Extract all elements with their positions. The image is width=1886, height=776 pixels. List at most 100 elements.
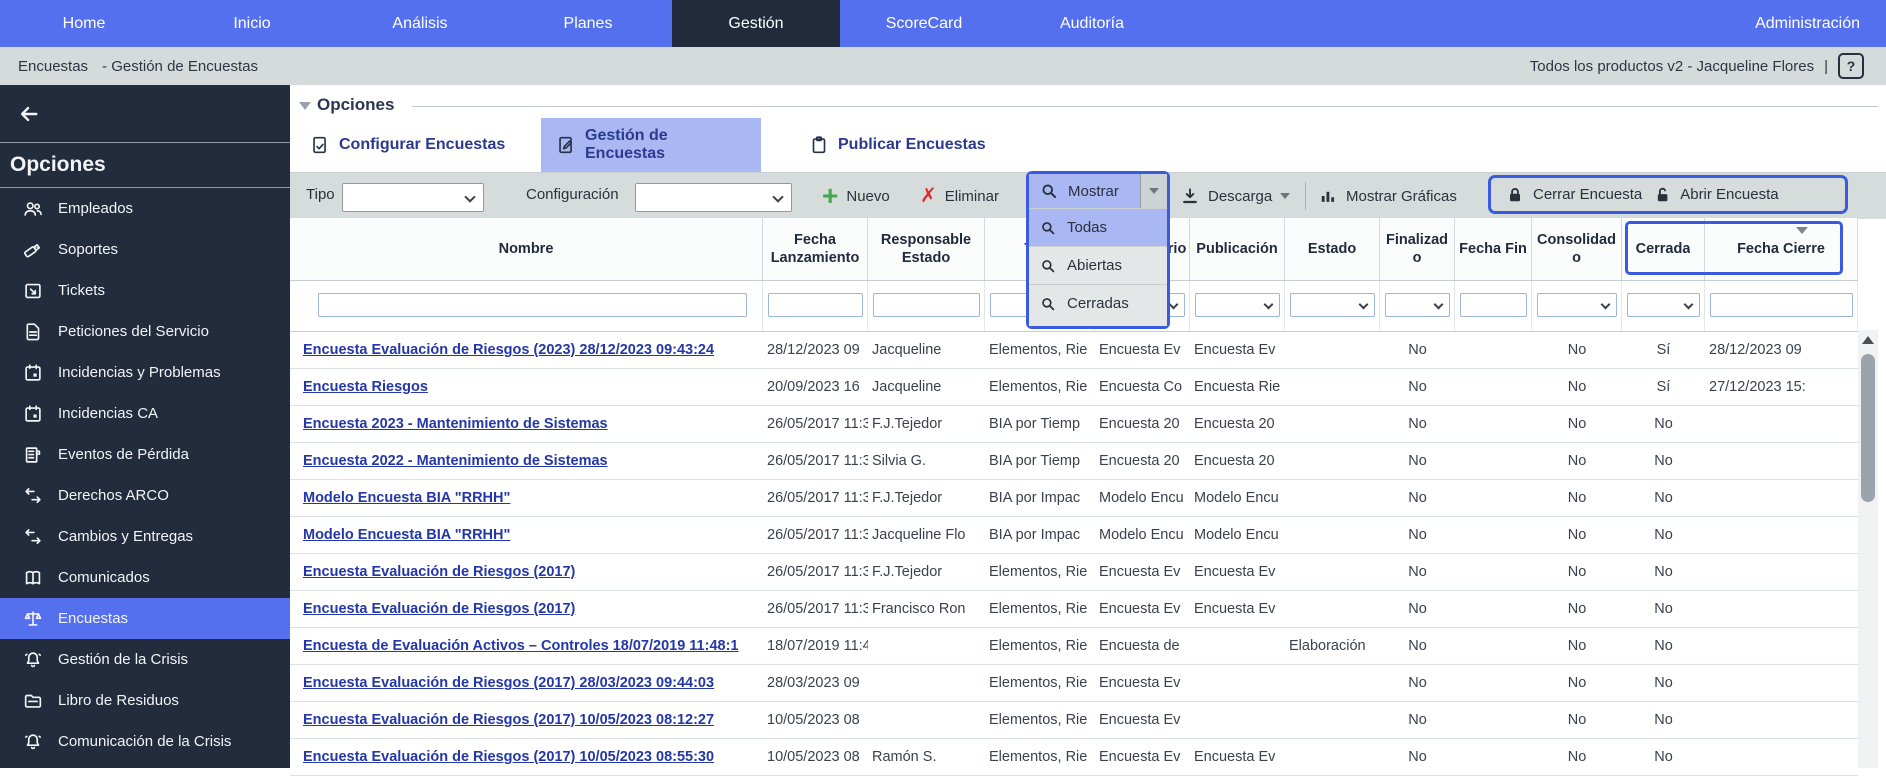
cell-publicacion: Encuesta Ev <box>1190 332 1285 368</box>
mostrar-option-cerradas[interactable]: Cerradas <box>1029 284 1167 322</box>
survey-link[interactable]: Encuesta Riesgos <box>303 379 428 395</box>
survey-link[interactable]: Modelo Encuesta BIA "RRHH" <box>303 527 510 543</box>
survey-link[interactable]: Encuesta Evaluación de Riesgos (2017) 28… <box>303 675 714 691</box>
cell-fecha_cierre <box>1705 480 1858 516</box>
tab-publicar-encuestas[interactable]: Publicar Encuestas <box>794 118 1000 172</box>
tipo-select[interactable] <box>342 183 484 212</box>
eliminar-button[interactable]: ✗ Eliminar <box>920 173 999 219</box>
filter-select-consolidado[interactable] <box>1537 293 1617 317</box>
sidebar-item-derechos-arco[interactable]: Derechos ARCO <box>0 475 290 516</box>
nav-item-home[interactable]: Home <box>0 0 168 47</box>
nav-item-scorecard[interactable]: ScoreCard <box>840 0 1008 47</box>
cell-responsable: Jacqueline Flo <box>868 517 985 553</box>
tab-gestion-de-encuestas[interactable]: Gestión de Encuestas <box>541 118 761 172</box>
sidebar-item-gestión-de-la-crisis[interactable]: Gestión de la Crisis <box>0 639 290 680</box>
sidebar-item-incidencias-ca[interactable]: Incidencias CA <box>0 393 290 434</box>
cell-finalizado: No <box>1380 554 1455 590</box>
scrollbar-thumb[interactable] <box>1861 354 1875 502</box>
survey-link[interactable]: Encuesta Evaluación de Riesgos (2017) 10… <box>303 749 714 765</box>
filter-input-fecha_fin[interactable] <box>1460 293 1527 317</box>
descarga-caret-icon[interactable] <box>1280 193 1290 199</box>
section-title: Opciones <box>317 95 394 115</box>
mostrar-graficas-button[interactable]: Mostrar Gráficas <box>1318 173 1457 219</box>
cell-fecha_cierre <box>1705 406 1858 442</box>
vertical-scrollbar[interactable] <box>1858 330 1878 768</box>
abrir-encuesta-button[interactable]: Abrir Encuesta <box>1652 185 1778 205</box>
column-header-finalizado[interactable]: Finalizado <box>1380 218 1455 280</box>
column-header-cerrada[interactable]: Cerrada <box>1622 218 1705 280</box>
sidebar-collapse-button[interactable] <box>0 85 290 143</box>
column-header-consolidado[interactable]: Consolidado <box>1532 218 1622 280</box>
cell-nombre: Encuesta Riesgos <box>290 369 763 405</box>
cell-finalizado: No <box>1380 480 1455 516</box>
sidebar-item-libro-de-residuos[interactable]: Libro de Residuos <box>0 680 290 721</box>
cell-fecha_lanzamiento: 20/09/2023 16 <box>763 369 868 405</box>
sidebar-item-incidencias-y-problemas[interactable]: Incidencias y Problemas <box>0 352 290 393</box>
scroll-up-arrow-icon[interactable] <box>1862 336 1874 344</box>
mostrar-button[interactable]: Mostrar <box>1029 174 1167 208</box>
sidebar-item-peticiones-del-servicio[interactable]: Peticiones del Servicio <box>0 311 290 352</box>
cell-responsable: F.J.Tejedor <box>868 480 985 516</box>
nav-item-gestión[interactable]: Gestión <box>672 0 840 47</box>
filter-input-fecha_cierre[interactable] <box>1710 293 1853 317</box>
cell-responsable: Jacqueline <box>868 369 985 405</box>
survey-link[interactable]: Encuesta Evaluación de Riesgos (2017) <box>303 601 575 617</box>
toolbar-separator <box>1305 182 1306 210</box>
filter-input-nombre[interactable] <box>318 293 747 317</box>
filter-select-estado[interactable] <box>1290 293 1375 317</box>
filter-select-finalizado[interactable] <box>1385 293 1450 317</box>
nuevo-button[interactable]: + Nuevo <box>822 173 890 219</box>
scales-icon <box>22 608 44 630</box>
column-header-fecha_fin[interactable]: Fecha Fin <box>1455 218 1532 280</box>
sidebar-item-empleados[interactable]: Empleados <box>0 188 290 229</box>
nav-item-administracion[interactable]: Administración <box>1729 0 1886 47</box>
descarga-button[interactable]: Descarga <box>1180 173 1290 219</box>
column-header-nombre[interactable]: Nombre <box>290 218 763 280</box>
column-header-fecha_lanzamiento[interactable]: Fecha Lanzamiento <box>763 218 868 280</box>
sidebar-item-encuestas[interactable]: Encuestas <box>0 598 290 639</box>
sidebar-item-partial[interactable] <box>0 762 290 768</box>
cell-estado <box>1285 702 1380 738</box>
nav-item-inicio[interactable]: Inicio <box>168 0 336 47</box>
column-header-estado[interactable]: Estado <box>1285 218 1380 280</box>
survey-link[interactable]: Encuesta 2022 - Mantenimiento de Sistema… <box>303 453 608 469</box>
tab-label: Gestión de Encuestas <box>585 127 747 163</box>
column-header-responsable[interactable]: Responsable Estado <box>868 218 985 280</box>
filter-select-publicacion[interactable] <box>1195 293 1280 317</box>
survey-link[interactable]: Encuesta 2023 - Mantenimiento de Sistema… <box>303 416 608 432</box>
nav-item-auditoría[interactable]: Auditoría <box>1008 0 1176 47</box>
sidebar-item-label: Cambios y Entregas <box>58 528 193 545</box>
sidebar-item-cambios-y-entregas[interactable]: Cambios y Entregas <box>0 516 290 557</box>
survey-link[interactable]: Encuesta Evaluación de Riesgos (2017) 10… <box>303 712 714 728</box>
survey-link[interactable]: Encuesta de Evaluación Activos – Control… <box>303 638 738 654</box>
mostrar-option-abiertas[interactable]: Abiertas <box>1029 246 1167 284</box>
cerrar-encuesta-button[interactable]: Cerrar Encuesta <box>1505 185 1642 205</box>
survey-link[interactable]: Encuesta Evaluación de Riesgos (2023) 28… <box>303 342 714 358</box>
survey-link[interactable]: Encuesta Evaluación de Riesgos (2017) <box>303 564 575 580</box>
sidebar-item-label: Comunicación de la Crisis <box>58 733 231 750</box>
tab-configurar-encuestas[interactable]: Configurar Encuestas <box>295 118 519 172</box>
sidebar-item-comunicados[interactable]: Comunicados <box>0 557 290 598</box>
sidebar-item-tickets[interactable]: Tickets <box>0 270 290 311</box>
help-icon[interactable]: ? <box>1838 53 1864 79</box>
configuracion-select[interactable] <box>635 183 792 212</box>
mostrar-option-todas[interactable]: Todas <box>1029 208 1167 246</box>
filter-cell-fecha_lanzamiento <box>763 281 868 331</box>
nav-item-análisis[interactable]: Análisis <box>336 0 504 47</box>
survey-link[interactable]: Modelo Encuesta BIA "RRHH" <box>303 490 510 506</box>
cell-nombre: Encuesta de Evaluación Activos – Control… <box>290 628 763 664</box>
column-header-publicacion[interactable]: Publicación <box>1190 218 1285 280</box>
cell-cuestionario: Encuesta 20 <box>1095 406 1190 442</box>
filter-input-responsable[interactable] <box>873 293 980 317</box>
top-navigation: HomeInicioAnálisisPlanesGestiónScoreCard… <box>0 0 1886 47</box>
mostrar-caret-button[interactable] <box>1140 174 1167 208</box>
filter-select-cerrada[interactable] <box>1627 293 1700 317</box>
cell-tipo: Elementos, Rie <box>985 554 1095 590</box>
filter-input-fecha_lanzamiento[interactable] <box>768 293 863 317</box>
sidebar-item-comunicación-de-la-crisis[interactable]: Comunicación de la Crisis <box>0 721 290 762</box>
nav-item-planes[interactable]: Planes <box>504 0 672 47</box>
column-header-fecha_cierre[interactable]: Fecha Cierre <box>1705 218 1858 280</box>
sidebar-item-soportes[interactable]: Soportes <box>0 229 290 270</box>
section-collapse-icon[interactable] <box>299 102 311 110</box>
sidebar-item-eventos-de-pérdida[interactable]: Eventos de Pérdida <box>0 434 290 475</box>
